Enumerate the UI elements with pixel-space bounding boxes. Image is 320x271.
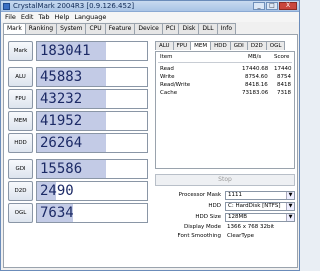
maximize-button[interactable]: □: [266, 2, 278, 10]
subtab-gdi[interactable]: GDI: [229, 41, 248, 50]
table-row-rate: 8754.60: [245, 74, 268, 80]
hdd-button[interactable]: HDD: [8, 133, 33, 153]
menu-language[interactable]: Language: [74, 12, 106, 22]
subtab-d2d[interactable]: D2D: [246, 41, 267, 50]
score-value: 2490: [40, 183, 74, 199]
font-smoothing-value: ClearType: [227, 233, 255, 239]
score-value: 45883: [40, 69, 83, 85]
detail-tabs: ALU FPU MEM HDD GDI D2D OGL: [155, 41, 286, 50]
score-box: 15586: [36, 159, 148, 179]
table-row-item: Read: [160, 66, 174, 72]
score-row-d2d: D2D 2490: [8, 181, 150, 201]
processor-mask-value: 1111: [228, 192, 242, 198]
menu-edit[interactable]: Edit: [21, 12, 34, 22]
table-row-rate: 8418.16: [245, 82, 268, 88]
tab-ranking[interactable]: Ranking: [24, 23, 58, 34]
hdd-size-select[interactable]: 128MB ▼: [225, 213, 295, 222]
table-row-score: 8754: [277, 74, 291, 80]
app-icon: [3, 3, 10, 10]
score-row-alu: ALU 45883: [8, 67, 150, 87]
fpu-button[interactable]: FPU: [8, 89, 33, 109]
menu-bar: File Edit Tab Help Language: [1, 12, 299, 22]
subtab-fpu[interactable]: FPU: [172, 41, 192, 50]
score-row-hdd: HDD 26264: [8, 133, 150, 153]
score-value: 41952: [40, 113, 83, 129]
minimize-button[interactable]: _: [253, 2, 265, 10]
font-smoothing-label: Font Smoothing: [177, 233, 221, 239]
table-row-item: Write: [160, 74, 175, 80]
menu-tab[interactable]: Tab: [38, 12, 49, 22]
tab-dll[interactable]: DLL: [198, 23, 218, 34]
subtab-ogl[interactable]: OGL: [265, 41, 286, 50]
gdi-button[interactable]: GDI: [8, 159, 33, 179]
score-value: 7634: [40, 205, 74, 221]
column-header-score: Score: [274, 54, 290, 60]
window-title: CrystalMark 2004R3 [0.9.126.452]: [13, 2, 135, 10]
ogl-button[interactable]: OGL: [8, 203, 33, 223]
subtab-alu[interactable]: ALU: [155, 41, 174, 50]
score-box: 2490: [36, 181, 148, 201]
hdd-label: HDD: [208, 203, 221, 209]
hdd-size-value: 128MB: [228, 214, 248, 220]
table-row-score: 8418: [277, 82, 291, 88]
table-row-rate: 17440.68: [242, 66, 269, 72]
processor-mask-select[interactable]: 1111 ▼: [225, 191, 295, 200]
score-box: 7634: [36, 203, 148, 223]
score-box: 26264: [36, 133, 148, 153]
table-row-score: 7318: [277, 90, 291, 96]
subtab-mem[interactable]: MEM: [190, 41, 212, 50]
score-box: 183041: [36, 41, 148, 61]
settings-group: Processor Mask 1111 ▼ HDD C: HardDisk [N…: [155, 191, 295, 251]
score-value: 183041: [40, 43, 91, 59]
score-value: 43232: [40, 91, 83, 107]
mem-button[interactable]: MEM: [8, 111, 33, 131]
tab-info[interactable]: Info: [216, 23, 237, 34]
mark-button[interactable]: Mark: [8, 41, 33, 61]
mem-results-table: Item MB/s Score Read 17440.68 17440 Writ…: [155, 51, 295, 169]
d2d-button[interactable]: D2D: [8, 181, 33, 201]
title-bar: CrystalMark 2004R3 [0.9.126.452] _ □ X: [1, 1, 299, 12]
column-header-rate: MB/s: [248, 54, 262, 60]
tab-cpu[interactable]: CPU: [85, 23, 106, 34]
score-box: 45883: [36, 67, 148, 87]
score-row-gdi: GDI 15586: [8, 159, 150, 179]
crystalmark-window: CrystalMark 2004R3 [0.9.126.452] _ □ X F…: [0, 0, 300, 271]
tab-device[interactable]: Device: [134, 23, 163, 34]
stop-button[interactable]: Stop: [155, 174, 295, 186]
subtab-hdd[interactable]: HDD: [210, 41, 231, 50]
column-header-item: Item: [160, 54, 173, 60]
close-button[interactable]: X: [279, 2, 297, 10]
hdd-size-label: HDD Size: [195, 214, 221, 220]
processor-mask-label: Processor Mask: [178, 192, 221, 198]
chevron-down-icon: ▼: [286, 203, 294, 210]
hdd-value: C: HardDisk [NTFS]: [228, 203, 281, 209]
score-row-ogl: OGL 7634: [8, 203, 150, 223]
score-value: 15586: [40, 161, 83, 177]
chevron-down-icon: ▼: [286, 214, 294, 221]
tab-feature[interactable]: Feature: [104, 23, 136, 34]
score-row-mem: MEM 41952: [8, 111, 150, 131]
header-divider: [158, 62, 292, 63]
display-mode-value: 1366 x 768 32bit: [227, 224, 275, 230]
table-row-item: Read/Write: [160, 82, 191, 88]
score-value: 26264: [40, 135, 83, 151]
menu-help[interactable]: Help: [55, 12, 70, 22]
score-box: 41952: [36, 111, 148, 131]
score-row-fpu: FPU 43232: [8, 89, 150, 109]
table-row-item: Cache: [160, 90, 178, 96]
alu-button[interactable]: ALU: [8, 67, 33, 87]
mark-panel: Mark 183041 ALU 45883 FPU 43232 MEM 4195…: [3, 34, 298, 268]
tab-pci[interactable]: PCI: [161, 23, 180, 34]
display-mode-label: Display Mode: [183, 224, 221, 230]
tab-system[interactable]: System: [56, 23, 87, 34]
hdd-select[interactable]: C: HardDisk [NTFS] ▼: [225, 202, 295, 211]
chevron-down-icon: ▼: [286, 192, 294, 199]
score-box: 43232: [36, 89, 148, 109]
menu-file[interactable]: File: [5, 12, 16, 22]
tab-disk[interactable]: Disk: [178, 23, 200, 34]
table-row-score: 17440: [274, 66, 292, 72]
table-row-rate: 73183.06: [242, 90, 269, 96]
main-tabs: Mark Ranking System CPU Feature Device P…: [3, 23, 237, 35]
score-row-mark: Mark 183041: [8, 41, 150, 61]
